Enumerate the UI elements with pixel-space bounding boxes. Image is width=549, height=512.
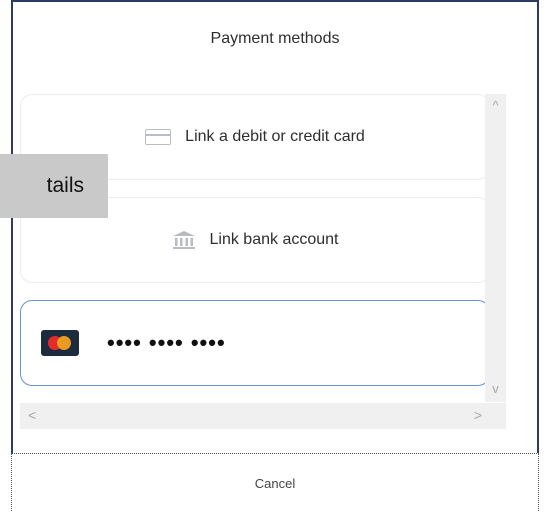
scroll-left-icon[interactable]: < (28, 407, 36, 423)
screen: Payment methods Link a debit or credit c… (0, 0, 549, 512)
payment-options-list: Link a debit or credit card Link bank ac… (20, 94, 490, 434)
saved-card-option[interactable]: •••• •••• •••• (20, 300, 490, 386)
scroll-down-icon[interactable]: v (485, 381, 506, 396)
vertical-scrollbar[interactable]: ^ v (485, 94, 506, 402)
scroll-right-icon[interactable]: > (474, 407, 482, 423)
masked-card-number: •••• •••• •••• (107, 330, 226, 355)
dialog-title: Payment methods (210, 30, 340, 47)
link-card-label: Link a debit or credit card (185, 128, 365, 145)
scrollbar-corner (485, 403, 506, 429)
link-bank-label: Link bank account (209, 231, 339, 248)
horizontal-scrollbar[interactable]: < > (20, 403, 490, 429)
credit-card-icon (145, 129, 172, 145)
mastercard-icon (41, 330, 79, 356)
scroll-up-icon[interactable]: ^ (485, 98, 506, 113)
overlay-label: tails (0, 154, 108, 218)
cancel-button[interactable]: Cancel (11, 453, 539, 512)
bank-icon (172, 231, 195, 249)
